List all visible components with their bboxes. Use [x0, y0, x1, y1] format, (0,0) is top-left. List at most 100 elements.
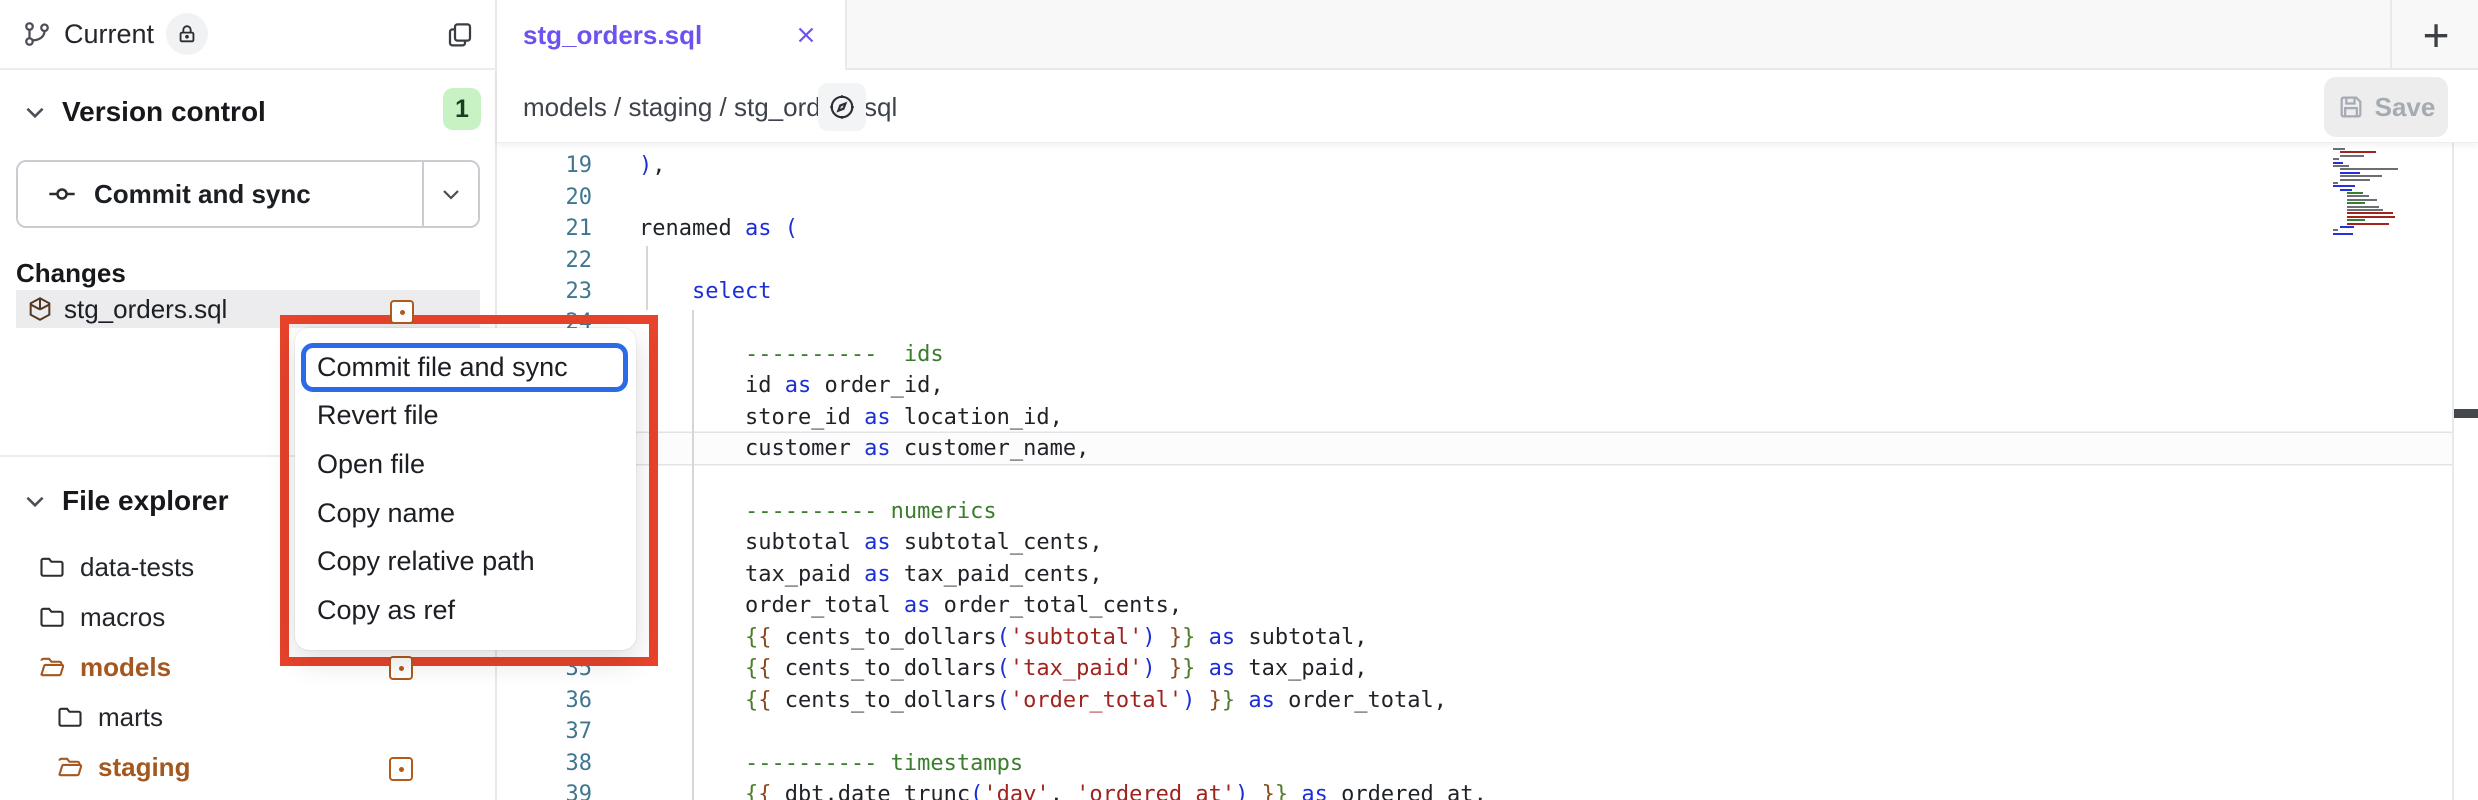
line-number: 23	[497, 279, 592, 304]
changes-count-badge: 1	[443, 88, 481, 130]
code-line-21[interactable]: 21renamed as (	[497, 213, 2452, 244]
code-text: {{ dbt.date_trunc('day', 'ordered_at') }…	[592, 782, 1487, 800]
menu-item-copy-as-ref[interactable]: Copy as ref	[295, 586, 636, 635]
closed-folder-icon	[38, 553, 66, 581]
code-line-34[interactable]: 34 {{ cents_to_dollars('subtotal') }} as…	[497, 622, 2452, 653]
menu-item-revert-file[interactable]: Revert file	[295, 392, 636, 441]
line-number: 35	[497, 656, 592, 681]
code-line-20[interactable]: 20	[497, 181, 2452, 212]
commit-options-caret[interactable]	[422, 162, 478, 226]
commit-button-label: Commit and sync	[94, 179, 311, 210]
code-line-33[interactable]: 33 order_total as order_total_cents,	[497, 590, 2452, 621]
menu-item-copy-name[interactable]: Copy name	[295, 489, 636, 538]
code-line-27[interactable]: 27 store_id as location_id,	[497, 402, 2452, 433]
code-editor[interactable]: 19),2021renamed as (2223 select2425 ----…	[497, 143, 2478, 800]
code-text: ---------- timestamps	[592, 751, 1023, 776]
changes-section-label: Changes	[16, 258, 126, 289]
indent-guide	[646, 246, 648, 310]
code-line-30[interactable]: 30 ---------- numerics	[497, 496, 2452, 527]
file-explorer-title: File explorer	[62, 485, 229, 517]
save-button-label: Save	[2375, 92, 2436, 123]
line-number: 37	[497, 719, 592, 744]
copy-icon[interactable]	[441, 16, 479, 54]
code-line-24[interactable]: 24	[497, 307, 2452, 338]
open-folder-icon	[38, 653, 66, 681]
line-number: 20	[497, 185, 592, 210]
version-control-title: Version control	[62, 96, 266, 128]
line-number: 39	[497, 782, 592, 800]
new-tab-button[interactable]: +	[2409, 8, 2463, 62]
commit-and-sync-button[interactable]: Commit and sync	[16, 160, 480, 228]
code-text: id as order_id,	[592, 373, 944, 398]
code-text: subtotal as subtotal_cents,	[592, 530, 1103, 555]
code-line-37[interactable]: 37	[497, 716, 2452, 747]
line-number: 21	[497, 216, 592, 241]
indent-guide	[692, 310, 694, 800]
code-lines: 19),2021renamed as (2223 select2425 ----…	[497, 150, 2452, 800]
code-line-23[interactable]: 23 select	[497, 276, 2452, 307]
line-number: 38	[497, 751, 592, 776]
closed-folder-icon	[56, 703, 84, 731]
menu-item-commit-file-and-sync[interactable]: Commit file and sync	[295, 343, 636, 392]
code-line-38[interactable]: 38 ---------- timestamps	[497, 747, 2452, 778]
branch-name: Current	[64, 19, 154, 50]
editor-toolbar: models / staging / stg_orders.sql Save	[497, 70, 2478, 143]
code-line-28[interactable]: 28 customer as customer_name,	[497, 433, 2452, 464]
code-text: ---------- numerics	[592, 499, 997, 524]
code-line-39[interactable]: 39 {{ dbt.date_trunc('day', 'ordered_at'…	[497, 779, 2452, 800]
git-branch-icon	[22, 19, 52, 49]
chevron-down-icon	[439, 182, 463, 206]
code-line-36[interactable]: 36 {{ cents_to_dollars('order_total') }}…	[497, 684, 2452, 715]
tree-item-staging[interactable]: staging	[0, 742, 497, 792]
branch-lock-badge	[166, 13, 208, 55]
code-line-29[interactable]: 29	[497, 464, 2452, 495]
tab-stg-orders[interactable]: stg_orders.sql	[497, 0, 847, 70]
tree-item-label: models	[80, 652, 171, 683]
tab-close-icon[interactable]	[793, 22, 819, 48]
save-disk-icon	[2337, 93, 2365, 121]
closed-folder-icon	[38, 603, 66, 631]
open-folder-icon	[56, 753, 84, 781]
code-text: order_total as order_total_cents,	[592, 593, 1182, 618]
code-line-31[interactable]: 31 subtotal as subtotal_cents,	[497, 527, 2452, 558]
code-text: {{ cents_to_dollars('order_total') }} as…	[592, 688, 1447, 713]
tree-item-marts[interactable]: marts	[0, 692, 497, 742]
dbt-ide-window: Current Version control 1	[0, 0, 2478, 800]
panel-resize-handle[interactable]	[2454, 409, 2478, 418]
line-number: 36	[497, 688, 592, 713]
version-control-header[interactable]: Version control 1	[0, 84, 497, 140]
save-button[interactable]: Save	[2324, 77, 2448, 137]
code-line-32[interactable]: 32 tax_paid as tax_paid_cents,	[497, 559, 2452, 590]
code-line-26[interactable]: 26 id as order_id,	[497, 370, 2452, 401]
editor-minimap[interactable]	[2333, 148, 2411, 238]
menu-item-open-file[interactable]: Open file	[295, 440, 636, 489]
tree-item-label: data-tests	[80, 552, 194, 583]
code-text: select	[592, 279, 771, 304]
tab-bar-separator	[2390, 0, 2392, 70]
code-line-22[interactable]: 22	[497, 244, 2452, 275]
tree-item-label: macros	[80, 602, 165, 633]
modified-folder-icon	[389, 656, 413, 680]
code-text: customer as customer_name,	[592, 436, 1089, 461]
code-line-35[interactable]: 35 {{ cents_to_dollars('tax_paid') }} as…	[497, 653, 2452, 684]
code-line-19[interactable]: 19),	[497, 150, 2452, 181]
changed-file-name: stg_orders.sql	[64, 294, 227, 325]
code-text: ),	[592, 153, 666, 178]
lineage-compass-button[interactable]	[818, 83, 866, 131]
menu-item-copy-relative-path[interactable]: Copy relative path	[295, 537, 636, 586]
code-line-25[interactable]: 25 ---------- ids	[497, 339, 2452, 370]
code-text: {{ cents_to_dollars('tax_paid') }} as ta…	[592, 656, 1368, 681]
line-number: 22	[497, 248, 592, 273]
line-number: 19	[497, 153, 592, 178]
code-text: store_id as location_id,	[592, 405, 1063, 430]
tree-item-label: marts	[98, 702, 163, 733]
code-text: tax_paid as tax_paid_cents,	[592, 562, 1103, 587]
code-text: ---------- ids	[592, 342, 944, 367]
code-text: {{ cents_to_dollars('subtotal') }} as su…	[592, 625, 1368, 650]
lock-icon	[176, 23, 198, 45]
editor-right-gutter	[2452, 143, 2478, 800]
modified-file-icon	[390, 300, 414, 324]
compass-icon	[827, 92, 857, 122]
code-text: renamed as (	[592, 216, 798, 241]
git-commit-icon	[46, 178, 78, 210]
